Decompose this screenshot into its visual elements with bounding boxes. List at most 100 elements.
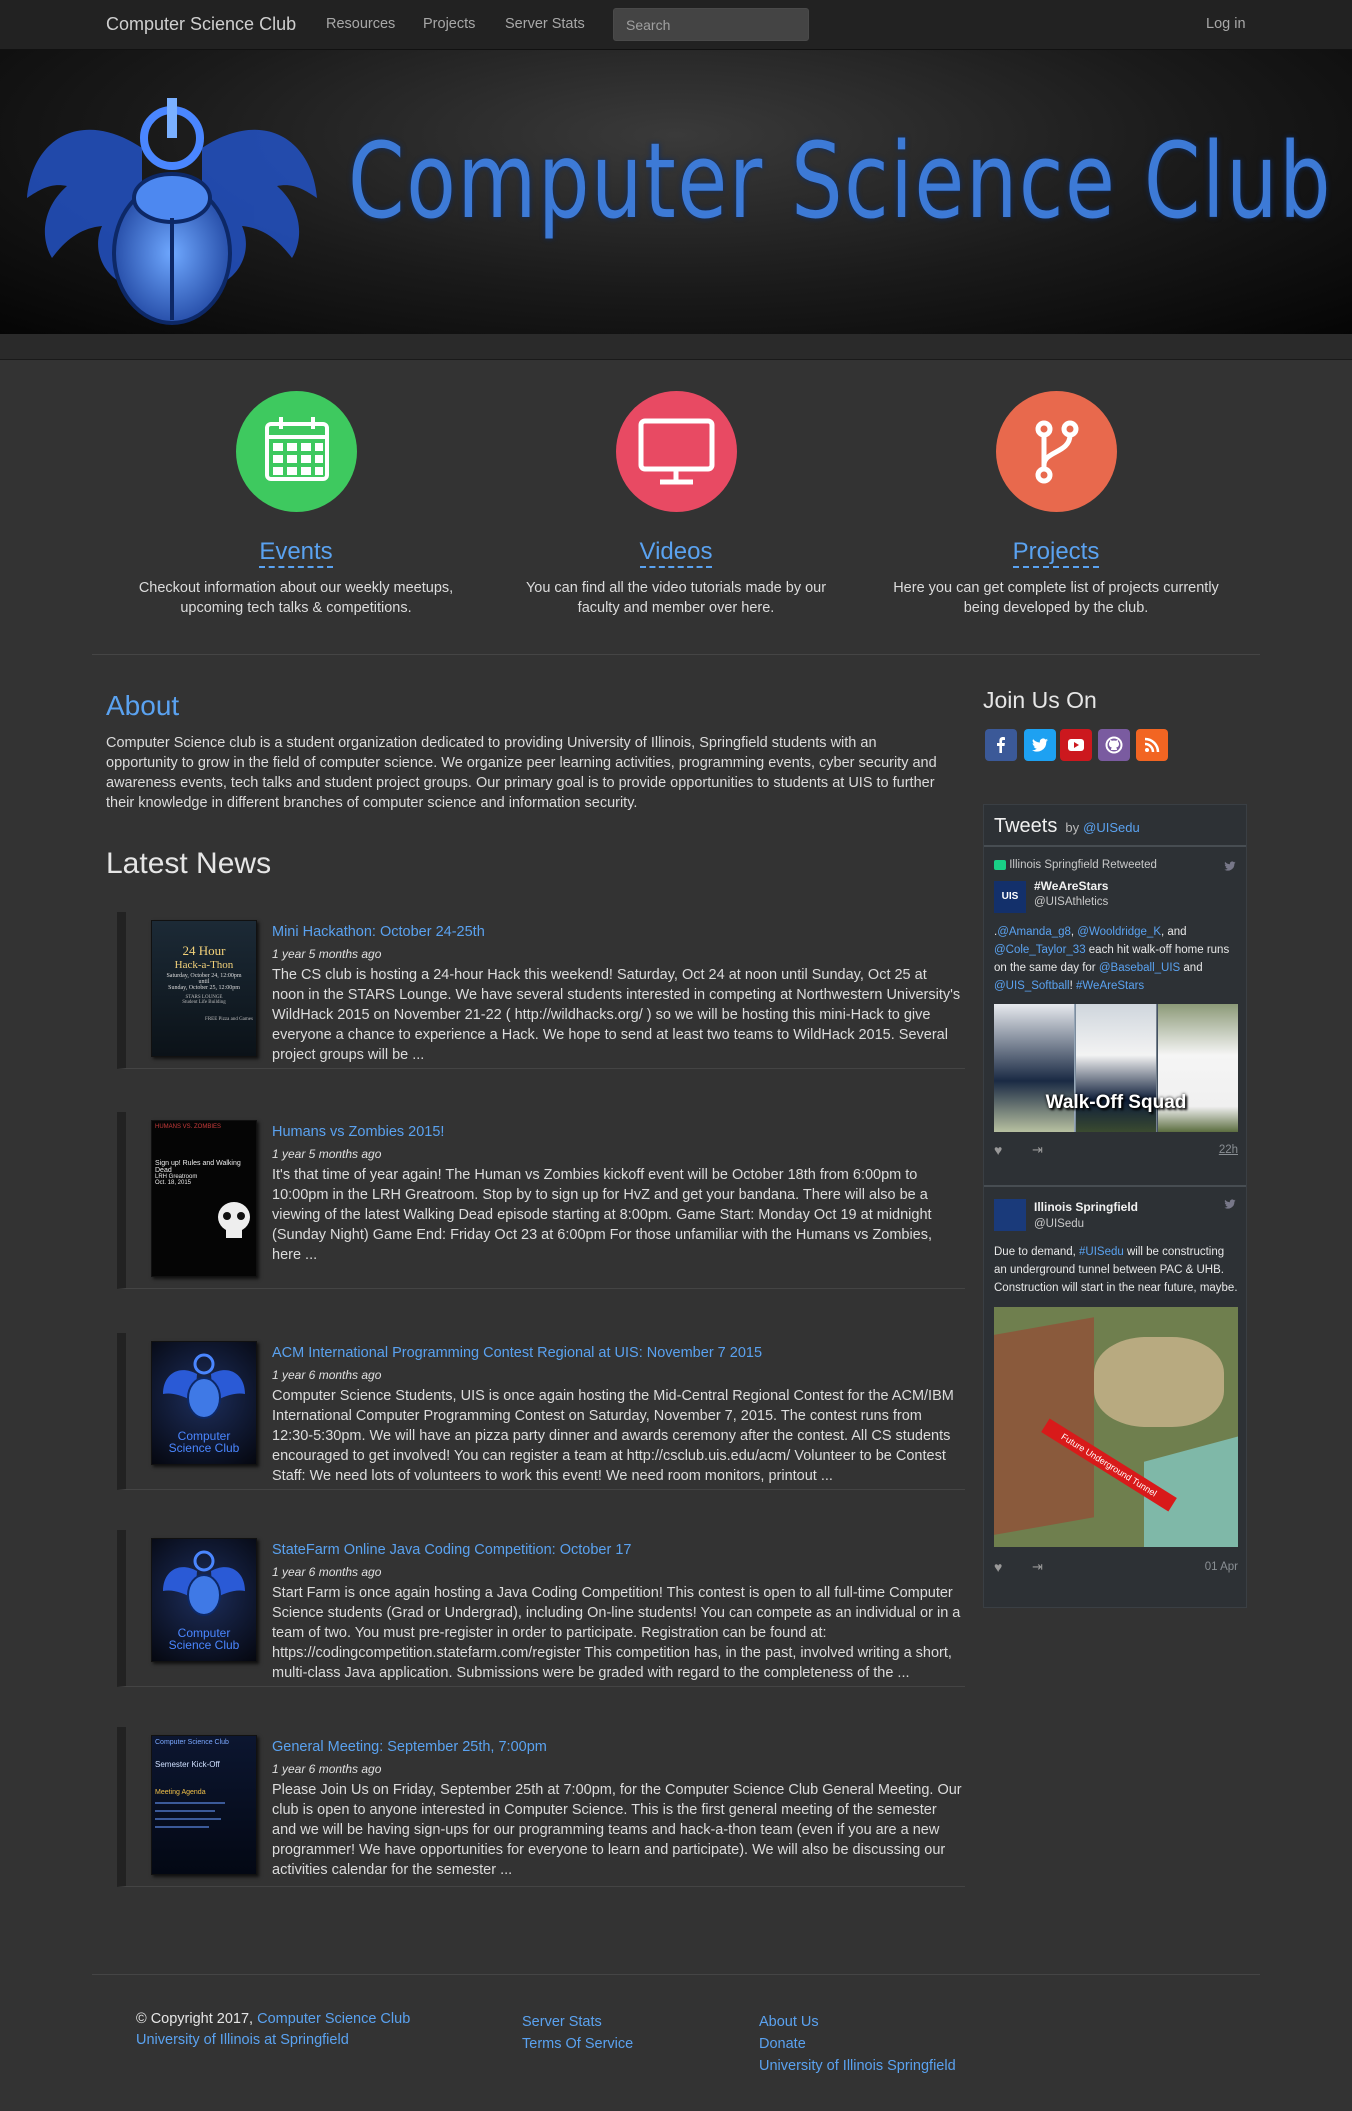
facebook-button[interactable] <box>985 729 1017 761</box>
image-caption: Walk-Off Squad <box>1045 1092 1187 1113</box>
tweet-image[interactable]: Walk-Off Squad <box>994 1004 1238 1132</box>
mention-link[interactable]: @Amanda_g8 <box>997 926 1071 938</box>
projects-circle[interactable] <box>995 391 1117 512</box>
thumb-logo-text: Science Club <box>168 1638 240 1652</box>
news-item: Computer Science Club Semester Kick-Off … <box>117 1727 965 1887</box>
feature-events: Events Checkout information about our we… <box>126 391 466 618</box>
monitor-icon <box>638 418 714 485</box>
about-title: About <box>106 690 180 721</box>
about-text: Computer Science club is a student organ… <box>106 735 937 811</box>
twitter-icon <box>1032 738 1048 752</box>
zombies-poster[interactable]: HUMANS VS. ZOMBIES Sign up! Rules and Wa… <box>151 1120 257 1277</box>
footer-club-link[interactable]: Computer Science Club <box>257 2011 410 2027</box>
like-icon[interactable]: ♥ <box>994 1559 1002 1575</box>
news-excerpt: Start Farm is once again hosting a Java … <box>272 1585 961 1681</box>
projects-link[interactable]: Projects <box>1012 538 1100 568</box>
poster-line: Sunday, October 25, 12:00pm <box>168 985 240 991</box>
news-title-link[interactable]: General Meeting: September 25th, 7:00pm <box>272 1739 547 1755</box>
projects-description: Here you can get complete list of projec… <box>893 580 1219 616</box>
footer-donate-link[interactable]: Donate <box>759 2036 806 2052</box>
events-circle[interactable] <box>235 391 357 512</box>
twitter-timeline: Tweets by @UISedu Illinois Springfield R… <box>983 804 1247 1608</box>
hero-divider <box>0 334 1352 360</box>
scarab-logo-icon <box>27 98 317 325</box>
share-icon[interactable]: ⇥ <box>1032 1559 1043 1575</box>
hackathon-poster[interactable]: 24 Hour Hack-a-Thon Saturday, October 24… <box>151 920 257 1057</box>
share-icon[interactable]: ⇥ <box>1032 1142 1043 1158</box>
tweets-by-label: by <box>1065 820 1080 835</box>
footer-uis-link[interactable]: University of Illinois Springfield <box>759 2058 956 2074</box>
news-item: 24 Hour Hack-a-Thon Saturday, October 24… <box>117 912 965 1069</box>
poster-line: HUMANS VS. ZOMBIES <box>155 1124 222 1130</box>
news-date: 1 year 5 months ago <box>272 947 382 961</box>
news-excerpt: The CS club is hosting a 24-hour Hack th… <box>272 967 961 1063</box>
news-date: 1 year 6 months ago <box>272 1762 382 1776</box>
footer-links-3: About Us Donate University of Illinois S… <box>759 2011 956 2077</box>
tweet-time[interactable]: 22h <box>1219 1144 1238 1156</box>
news-excerpt: Computer Science Students, UIS is once a… <box>272 1388 954 1484</box>
news-title-link[interactable]: StateFarm Online Java Coding Competition… <box>272 1542 631 1558</box>
avatar[interactable]: UIS <box>994 881 1026 913</box>
hero-title: Computer Science Club <box>348 120 1333 242</box>
twitter-bird-icon <box>1224 861 1236 871</box>
rss-icon <box>1144 737 1160 753</box>
club-logo-thumb[interactable]: Computer Science Club <box>151 1538 257 1662</box>
facebook-icon <box>997 737 1005 753</box>
events-description: Checkout information about our weekly me… <box>138 580 454 616</box>
tweet-author-handle[interactable]: @UISedu <box>1034 1218 1138 1230</box>
mention-link[interactable]: @Wooldridge_K <box>1077 926 1161 938</box>
tweets-heading: Tweets <box>994 815 1058 837</box>
club-logo-thumb[interactable]: Computer Science Club <box>151 1341 257 1465</box>
nav-projects[interactable]: Projects <box>423 16 475 32</box>
calendar-icon <box>264 417 329 481</box>
events-link[interactable]: Events <box>259 538 333 568</box>
tweet-author-name[interactable]: #WeAreStars <box>1034 879 1108 893</box>
footer-about-link[interactable]: About Us <box>759 2014 819 2030</box>
search-input[interactable] <box>613 8 809 41</box>
footer-divider <box>92 1974 1260 1975</box>
news-title-link[interactable]: Humans vs Zombies 2015! <box>272 1124 444 1140</box>
footer-server-stats-link[interactable]: Server Stats <box>522 2014 602 2030</box>
footer-links-2: Server Stats Terms Of Service <box>522 2011 633 2055</box>
like-icon[interactable]: ♥ <box>994 1142 1002 1158</box>
poster-line: Computer Science Club <box>155 1739 229 1746</box>
poster-line: Semester Kick-Off <box>155 1760 220 1769</box>
footer-terms-link[interactable]: Terms Of Service <box>522 2036 633 2052</box>
twitter-button[interactable] <box>1024 729 1056 761</box>
news-date: 1 year 5 months ago <box>272 1147 382 1161</box>
news-title-link[interactable]: Mini Hackathon: October 24-25th <box>272 924 485 940</box>
hashtag-link[interactable]: #UISedu <box>1079 1246 1124 1258</box>
github-button[interactable] <box>1098 729 1130 761</box>
nav-resources[interactable]: Resources <box>326 16 395 32</box>
tweet-card: Illinois Springfield @UISedu Due to dema… <box>994 1197 1238 1583</box>
avatar[interactable] <box>994 1199 1026 1231</box>
poster-line: Meeting Agenda <box>155 1789 206 1796</box>
hashtag-link[interactable]: #WeAreStars <box>1076 980 1144 992</box>
brand-link[interactable]: Computer Science Club <box>106 14 296 35</box>
mention-link[interactable]: @Baseball_UIS <box>1099 962 1180 974</box>
footer-university-link[interactable]: University of Illinois at Springfield <box>136 2032 349 2048</box>
videos-circle[interactable] <box>615 391 737 512</box>
mention-link[interactable]: @Cole_Taylor_33 <box>994 944 1086 956</box>
news-excerpt: Please Join Us on Friday, September 25th… <box>272 1782 962 1878</box>
mention-link[interactable]: @UIS_Softball <box>994 980 1070 992</box>
code-fork-icon <box>1035 420 1078 484</box>
meeting-poster[interactable]: Computer Science Club Semester Kick-Off … <box>151 1735 257 1875</box>
tweet-author-handle[interactable]: @UISAthletics <box>1034 896 1108 908</box>
news-item: HUMANS VS. ZOMBIES Sign up! Rules and Wa… <box>117 1112 965 1289</box>
tweet-time[interactable]: 01 Apr <box>1205 1561 1238 1573</box>
thumb-logo-text: Science Club <box>168 1441 240 1455</box>
nav-server-stats[interactable]: Server Stats <box>505 16 585 32</box>
poster-line: Hack-a-Thon <box>174 959 234 971</box>
tweet-author-name[interactable]: Illinois Springfield <box>1034 1200 1138 1214</box>
feature-projects: Projects Here you can get complete list … <box>886 391 1226 618</box>
tweet-image[interactable]: Future Underground Tunnel <box>994 1307 1238 1547</box>
login-link[interactable]: Log in <box>1206 16 1246 32</box>
tweets-handle-link[interactable]: @UISedu <box>1083 820 1140 835</box>
news-title-link[interactable]: ACM International Programming Contest Re… <box>272 1345 762 1361</box>
news-excerpt: It's that time of year again! The Human … <box>272 1167 933 1263</box>
rss-button[interactable] <box>1136 729 1168 761</box>
youtube-button[interactable] <box>1060 729 1092 761</box>
latest-news-title: Latest News <box>106 847 272 880</box>
videos-link[interactable]: Videos <box>639 538 713 568</box>
